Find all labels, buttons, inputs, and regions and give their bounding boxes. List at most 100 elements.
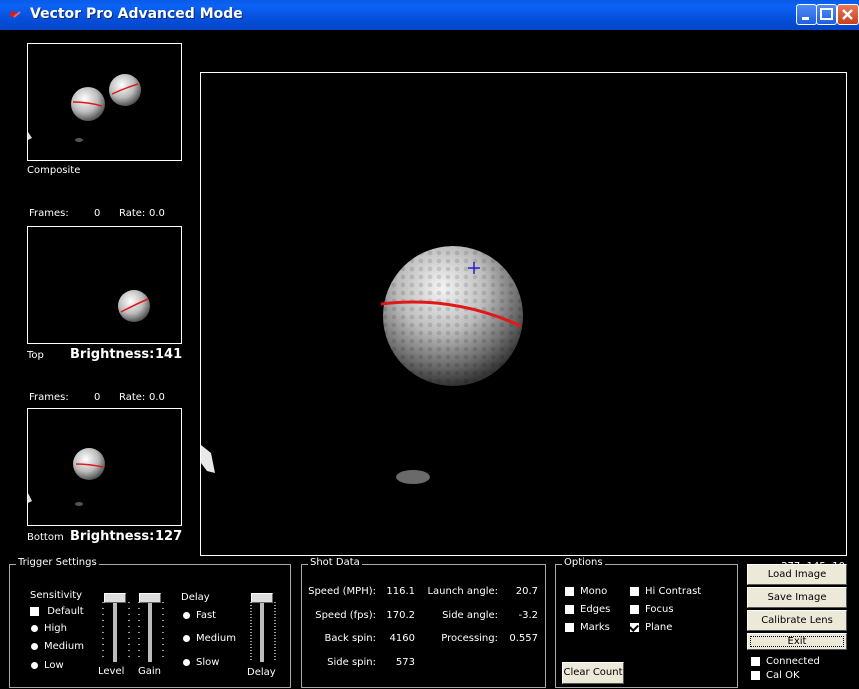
delay-slider-thumb[interactable] (251, 593, 273, 603)
connected-label: Connected (766, 656, 820, 667)
gain-slider-thumb[interactable] (139, 593, 161, 603)
minimize-icon (802, 17, 809, 20)
level-slider-ticks (102, 602, 104, 662)
hi-contrast-label: Hi Contrast (645, 586, 702, 597)
level-label: Level (98, 666, 125, 677)
delay-radio-medium[interactable]: Medium (183, 633, 236, 644)
side-angle-value: -3.2 (518, 610, 538, 621)
load-image-button[interactable]: Load Image (747, 564, 847, 585)
main-image-view[interactable] (200, 72, 847, 556)
default-checkbox[interactable]: Default (30, 606, 84, 617)
radio-dot-icon (183, 658, 190, 666)
mono-checkbox[interactable]: Mono (565, 586, 607, 597)
launch-angle-label: Launch angle: (427, 586, 498, 597)
bottom-rate-value: 0.0 (149, 392, 165, 403)
delay-slider-ticks (250, 602, 252, 662)
cal-ok-indicator: Cal OK (751, 670, 800, 681)
delay-label: Delay (181, 592, 210, 603)
composite-view[interactable] (27, 43, 182, 161)
launch-angle-value: 20.7 (515, 586, 538, 597)
top-brightness-value: 141 (155, 347, 183, 362)
top-frames-value: 0 (94, 208, 101, 219)
marks-checkbox[interactable]: Marks (565, 622, 610, 633)
delay-radio-slow[interactable]: Slow (183, 657, 219, 668)
connected-checkbox-box (751, 656, 760, 666)
hi-contrast-checkbox-box[interactable] (630, 586, 639, 596)
bottom-frames-value: 0 (94, 392, 101, 403)
title-bar[interactable]: Vector Pro Advanced Mode (0, 0, 859, 30)
default-checkbox-box[interactable] (30, 606, 39, 616)
back-spin-label: Back spin: (324, 633, 377, 644)
edges-checkbox-box[interactable] (565, 604, 574, 614)
close-button[interactable] (837, 4, 859, 25)
delay-slider-ticks-right (274, 602, 276, 662)
exit-button[interactable]: Exit (747, 633, 847, 650)
shot-data-group: Shot Data (301, 557, 546, 688)
mono-checkbox-box[interactable] (565, 586, 574, 596)
calibrate-lens-button[interactable]: Calibrate Lens (747, 610, 847, 631)
plane-checkbox-box[interactable] (630, 622, 639, 632)
side-spin-value: 573 (395, 657, 415, 668)
edges-label: Edges (580, 604, 611, 615)
focus-checkbox[interactable]: Focus (630, 604, 674, 615)
plane-label: Plane (645, 622, 673, 633)
hi-contrast-checkbox[interactable]: Hi Contrast (630, 586, 701, 597)
processing-value: 0.557 (509, 633, 538, 644)
sensitivity-low-label: Low (44, 660, 64, 671)
bottom-rate-label: Rate: (119, 392, 146, 403)
sensitivity-radio-medium[interactable]: Medium (31, 641, 84, 652)
bottom-brightness-label: Brightness: (70, 529, 155, 544)
bottom-camera-view[interactable] (27, 408, 182, 526)
radio-dot-icon (31, 661, 38, 669)
top-rate-label: Rate: (119, 208, 146, 219)
maximize-button[interactable] (816, 4, 837, 25)
minimize-button[interactable] (796, 4, 817, 25)
radio-dot-icon (183, 634, 190, 642)
level-slider-track[interactable] (113, 602, 117, 662)
delay-medium-label: Medium (196, 633, 236, 644)
speed-fps-value: 170.2 (386, 610, 415, 621)
delay-slider-label: Delay (247, 667, 276, 678)
clear-count-button[interactable]: Clear Count (562, 662, 624, 684)
radio-dot-icon (31, 642, 38, 650)
side-spin-label: Side spin: (327, 657, 376, 668)
app-icon (10, 11, 21, 18)
edges-checkbox[interactable]: Edges (565, 604, 610, 615)
mono-label: Mono (580, 586, 608, 597)
focus-checkbox-box[interactable] (630, 604, 639, 614)
client-area: Composite Frames: 0 Rate: 0.0 Top Bright… (0, 30, 859, 689)
composite-image (28, 74, 141, 142)
processing-label: Processing: (441, 633, 498, 644)
top-camera-image (118, 290, 150, 322)
maximize-icon (820, 8, 833, 20)
delay-slider-track[interactable] (260, 602, 264, 662)
gain-label: Gain (138, 666, 161, 677)
speed-fps-label: Speed (fps): (315, 610, 376, 621)
composite-label: Composite (27, 165, 81, 176)
back-spin-value: 4160 (389, 633, 415, 644)
top-frames-label: Frames: (29, 208, 69, 219)
trigger-settings-title: Trigger Settings (16, 557, 99, 568)
sensitivity-radio-low[interactable]: Low (31, 660, 64, 671)
bottom-camera-label: Bottom (27, 532, 64, 543)
cal-ok-checkbox-box (751, 670, 760, 680)
marks-label: Marks (580, 622, 610, 633)
save-image-button[interactable]: Save Image (747, 587, 847, 608)
sensitivity-radio-high[interactable]: High (31, 623, 67, 634)
marks-checkbox-box[interactable] (565, 622, 574, 632)
top-rate-value: 0.0 (149, 208, 165, 219)
bottom-camera-image (28, 448, 105, 506)
level-slider-ticks-right (128, 602, 130, 662)
top-camera-view[interactable] (27, 226, 182, 344)
gain-slider-ticks (138, 602, 140, 662)
bottom-brightness-value: 127 (155, 529, 183, 544)
gain-slider-track[interactable] (148, 602, 152, 662)
speed-mph-value: 116.1 (386, 586, 415, 597)
plane-checkbox[interactable]: Plane (630, 622, 672, 633)
delay-radio-fast[interactable]: Fast (183, 610, 216, 621)
cal-ok-label: Cal OK (766, 670, 800, 681)
level-slider-thumb[interactable] (104, 593, 126, 603)
bottom-frames-label: Frames: (29, 392, 69, 403)
speed-mph-label: Speed (MPH): (308, 586, 376, 597)
gain-slider-ticks-right (162, 602, 164, 662)
